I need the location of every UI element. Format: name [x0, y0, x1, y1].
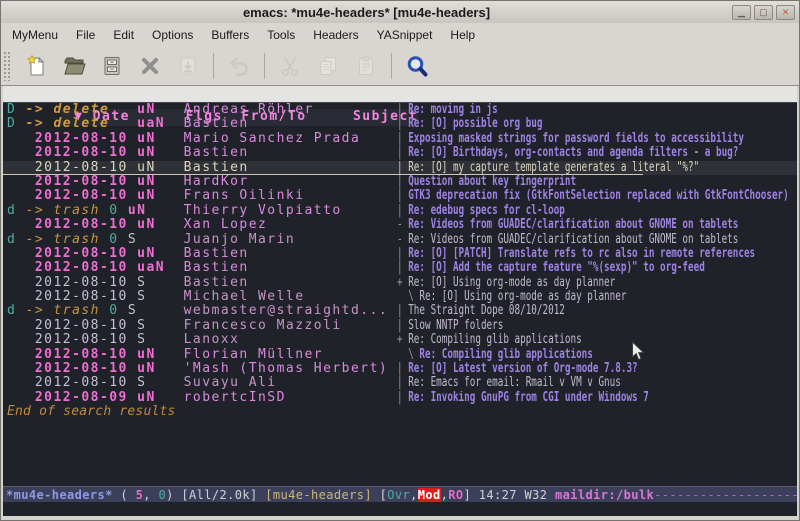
menu-item-yasnippet[interactable]: YASnippet [368, 24, 442, 46]
window-title: emacs: *mu4e-headers* [mu4e-headers] [1, 5, 732, 20]
message-row[interactable]: D -> delete uaN Bastien | Re: [O] possib… [3, 117, 797, 131]
close-icon: ✕ [782, 8, 790, 17]
menu-item-tools[interactable]: Tools [258, 24, 304, 46]
message-row[interactable]: 2012-08-10 uN HardKor | Question about k… [3, 175, 797, 189]
toolbar-drag-handle[interactable] [3, 51, 12, 81]
message-row[interactable]: d -> trash 0 S Juanjo Marin - Re: Videos… [3, 233, 797, 247]
copy-icon [316, 54, 340, 78]
toolbar-separator [264, 53, 265, 79]
end-of-results: End of search results [3, 405, 797, 419]
save-icon [100, 54, 124, 78]
minimize-icon: ▁ [738, 8, 745, 17]
menu-item-headers[interactable]: Headers [304, 24, 367, 46]
close-buffer-button[interactable] [133, 50, 167, 82]
message-row[interactable]: 2012-08-10 uN Bastien | Re: [O] Birthday… [3, 146, 797, 160]
close-x-icon [138, 54, 162, 78]
message-row[interactable]: 2012-08-10 S Suvayu Ali | Re: Emacs for … [3, 376, 797, 390]
message-list: D -> delete uN Andreas Röhler | Re: movi… [3, 103, 797, 420]
message-row[interactable]: 2012-08-10 uN Bastien | Re: [O] [PATCH] … [3, 247, 797, 261]
open-folder-button[interactable] [57, 50, 91, 82]
message-row[interactable]: 2012-08-10 uN Xan Lopez - Re: Videos fro… [3, 218, 797, 232]
message-row[interactable]: 2012-08-10 uN 'Mash (Thomas Herbert) | R… [3, 362, 797, 376]
menu-item-help[interactable]: Help [441, 24, 484, 46]
open-folder-icon [62, 54, 86, 78]
buffer-area[interactable]: ▼ Date Flgs From/To Subject D -> delete … [3, 86, 797, 516]
new-file-button[interactable] [19, 50, 53, 82]
window-controls: ▁ ▢ ✕ [732, 5, 795, 20]
message-row[interactable]: 2012-08-09 uN robertcInSD | Re: Invoking… [3, 391, 797, 405]
search-button[interactable] [400, 50, 434, 82]
mouse-cursor [631, 341, 645, 361]
echo-area[interactable] [3, 502, 797, 516]
message-row[interactable]: 2012-08-10 uN Florian Müllner \ Re: Comp… [3, 348, 797, 362]
toolbar-separator [213, 53, 214, 79]
titlebar[interactable]: emacs: *mu4e-headers* [mu4e-headers] ▁ ▢… [1, 1, 799, 24]
cut-button[interactable] [273, 50, 307, 82]
close-button[interactable]: ✕ [776, 5, 795, 20]
paste-button[interactable] [349, 50, 383, 82]
undo-icon [227, 54, 251, 78]
menu-item-buffers[interactable]: Buffers [202, 24, 258, 46]
menu-item-edit[interactable]: Edit [104, 24, 143, 46]
menu-item-options[interactable]: Options [143, 24, 202, 46]
mode-line[interactable]: *mu4e-headers* ( 5, 0) [All/2.0k] [mu4e-… [3, 486, 797, 502]
import-button[interactable] [171, 50, 205, 82]
message-row[interactable]: d -> trash 0 uN Thierry Volpiatto | Re: … [3, 204, 797, 218]
toolbar [1, 47, 799, 86]
message-row[interactable]: 2012-08-10 uaN Bastien | Re: [O] Add the… [3, 261, 797, 275]
header-line: ▼ Date Flgs From/To Subject [3, 86, 797, 103]
search-magnifier-icon [405, 54, 429, 78]
save-buffer-button[interactable] [95, 50, 129, 82]
message-row[interactable]: 2012-08-10 uN Mario Sanchez Prada | Expo… [3, 132, 797, 146]
undo-button[interactable] [222, 50, 256, 82]
menu-item-mymenu[interactable]: MyMenu [3, 24, 67, 46]
maximize-button[interactable]: ▢ [754, 5, 773, 20]
copy-button[interactable] [311, 50, 345, 82]
message-row[interactable]: 2012-08-10 S Francesco Mazzoli | Slow NN… [3, 319, 797, 333]
message-row[interactable]: 2012-08-10 S Michael Welle \ Re: [O] Usi… [3, 290, 797, 304]
toolbar-separator [391, 53, 392, 79]
menu-item-file[interactable]: File [67, 24, 104, 46]
message-row-current[interactable]: 2012-08-10 uN Bastien | Re: [O] my captu… [3, 161, 797, 175]
message-row[interactable]: D -> delete uN Andreas Röhler | Re: movi… [3, 103, 797, 117]
message-row[interactable]: 2012-08-10 uN Frans Oilinki | GTK3 depre… [3, 189, 797, 203]
message-row[interactable]: 2012-08-10 S Bastien + Re: [O] Using org… [3, 276, 797, 290]
paste-clipboard-icon [354, 54, 378, 78]
maximize-icon: ▢ [759, 8, 768, 17]
emacs-window: emacs: *mu4e-headers* [mu4e-headers] ▁ ▢… [0, 0, 800, 521]
minimize-button[interactable]: ▁ [732, 5, 751, 20]
message-row[interactable]: d -> trash 0 S webmaster@straightd... | … [3, 304, 797, 318]
message-row[interactable]: 2012-08-10 S Lanoxx + Re: Compiling glib… [3, 333, 797, 347]
cut-scissors-icon [278, 54, 302, 78]
menubar: MyMenuFileEditOptionsBuffersToolsHeaders… [1, 23, 799, 47]
new-file-icon [24, 54, 48, 78]
import-icon [176, 54, 200, 78]
